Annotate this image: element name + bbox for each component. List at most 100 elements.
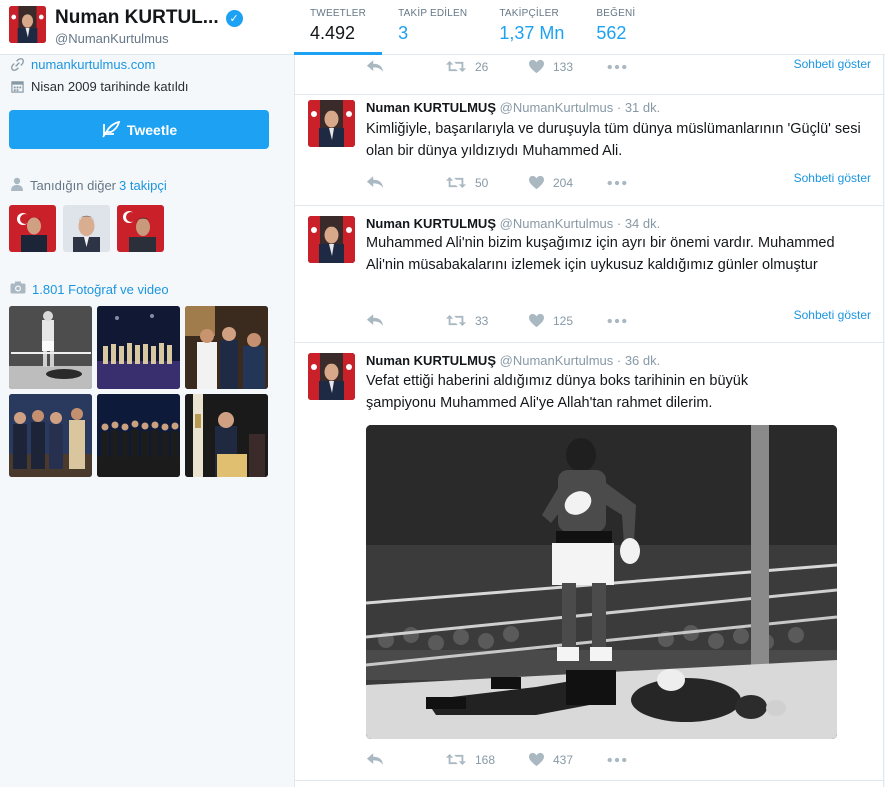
stat-following[interactable]: TAKİP EDİLEN 3 [382,0,483,55]
media-thumbnail[interactable] [9,394,92,477]
retweet-button[interactable]: 33 [445,313,488,328]
stat-value: 1,37 Mn [499,23,565,43]
person-icon [10,177,24,194]
stat-label: BEĞENİ [596,8,636,19]
followers-you-know-list [9,205,164,252]
stat-label: TAKİPÇİLER [499,8,559,19]
more-icon [607,318,627,324]
profile-stats: TWEETLER 4.492 TAKİP EDİLEN 3 TAKİPÇİLER… [294,0,651,55]
tweet-author-name[interactable]: Numan KURTULMUŞ [366,353,496,368]
tweet-text: Vefat ettiği haberini aldığımız dünya bo… [366,373,749,411]
more-button[interactable] [607,318,627,324]
show-conversation-link[interactable]: Sohbeti göster [794,57,871,71]
reply-button[interactable] [366,313,384,328]
stat-tweets[interactable]: TWEETLER 4.492 [294,0,383,55]
retweet-count: 26 [475,59,489,74]
heart-icon [528,313,545,328]
show-conversation-link[interactable]: Sohbeti göster [794,171,871,185]
tweet-author-handle[interactable]: @NumanKurtulmus [500,353,614,368]
retweet-button[interactable]: 26 [445,59,488,74]
followers-you-know-link[interactable]: 3 takipçi [119,178,167,193]
tweet-header: Numan KURTULMUŞ @NumanKurtulmus · 31 dk. [366,100,660,115]
camera-icon [10,281,26,297]
tweet-timestamp[interactable]: · 31 dk. [617,100,660,115]
more-button[interactable] [607,64,627,70]
tweet-text: Muhammed Ali'nin bizim kuşağımız için ay… [366,235,835,273]
stat-label: TWEETLER [310,8,367,19]
profile-name[interactable]: Numan KURTUL... [55,7,219,29]
retweet-count: 168 [475,752,496,767]
stat-value: 562 [596,23,627,43]
stat-value: 3 [398,23,409,43]
tweet-author-name[interactable]: Numan KURTULMUŞ [366,216,496,231]
followers-you-know-prefix: Tanıdığın diğer [30,178,117,193]
stat-likes[interactable]: BEĞENİ 562 [580,0,651,55]
media-grid [9,306,268,477]
more-button[interactable] [607,757,627,763]
profile-avatar[interactable] [9,6,46,43]
tweet-header: Numan KURTULMUŞ @NumanKurtulmus · 36 dk. [366,353,660,368]
media-title: 1.801 Fotoğraf ve video [10,281,169,297]
joined-date: Nisan 2009 tarihinde katıldı [31,79,189,94]
tweet-separator [295,342,883,343]
tweet-author-handle[interactable]: @NumanKurtulmus [500,100,614,115]
reply-button[interactable] [366,752,384,767]
like-button[interactable]: 204 [528,175,573,190]
reply-icon [366,175,384,190]
follower-avatar[interactable] [63,205,110,252]
stat-followers[interactable]: TAKİPÇİLER 1,37 Mn [483,0,580,55]
reply-icon [366,59,384,74]
followers-you-know-title: Tanıdığın diğer 3 takipçi [10,177,167,194]
retweet-count: 50 [475,175,489,190]
reply-icon [366,313,384,328]
tweet-author-name[interactable]: Numan KURTULMUŞ [366,100,496,115]
media-thumbnail[interactable] [97,394,180,477]
follower-avatar[interactable] [117,205,164,252]
quill-icon [102,120,121,137]
stat-label: TAKİP EDİLEN [398,8,468,19]
tweet-button[interactable]: Tweetle [9,110,269,149]
show-conversation-link[interactable]: Sohbeti göster [794,308,871,322]
heart-icon [528,59,545,74]
verified-badge-icon: ✓ [225,9,243,27]
website-link[interactable]: numankurtulmus.com [31,57,155,72]
retweet-icon [445,175,467,190]
media-thumbnail[interactable] [185,394,268,477]
reply-button[interactable] [366,59,384,74]
tweet-header: Numan KURTULMUŞ @NumanKurtulmus · 34 dk. [366,216,660,231]
tweet-text: Kimliğiyle, başarılarıyla ve duruşuyla t… [366,121,861,159]
heart-icon [528,752,545,767]
retweet-icon [445,59,467,74]
tweet-button-label: Tweetle [126,121,178,138]
like-count: 437 [553,752,574,767]
tweet-avatar[interactable] [308,100,355,147]
media-thumbnail[interactable] [9,306,92,389]
profile-sidebar: numankurtulmus.com Nisan 2009 tarihinde … [0,55,294,787]
profile-handle[interactable]: @NumanKurtulmus [55,31,243,46]
tweet-avatar[interactable] [308,216,355,263]
reply-button[interactable] [366,175,384,190]
like-count: 204 [553,175,574,190]
like-button[interactable]: 437 [528,752,573,767]
profile-header-bar: Numan KURTUL... ✓ @NumanKurtulmus TWEETL… [0,0,885,55]
like-button[interactable]: 125 [528,313,573,328]
retweet-count: 33 [475,313,489,328]
media-thumbnail[interactable] [97,306,180,389]
tweet-author-handle[interactable]: @NumanKurtulmus [500,216,614,231]
retweet-button[interactable]: 50 [445,175,488,190]
retweet-icon [445,313,467,328]
tweet-separator [295,780,883,781]
retweet-button[interactable]: 168 [445,752,495,767]
like-button[interactable]: 133 [528,59,573,74]
tweet-separator [295,205,883,206]
tweet-avatar[interactable] [308,353,355,400]
stat-value: 4.492 [310,23,356,43]
profile-mini-card: Numan KURTUL... ✓ @NumanKurtulmus [9,6,243,46]
tweet-photo[interactable] [366,425,837,739]
more-button[interactable] [607,180,627,186]
follower-avatar[interactable] [9,205,56,252]
tweet-timestamp[interactable]: · 34 dk. [617,216,660,231]
tweet-timestamp[interactable]: · 36 dk. [617,353,660,368]
media-thumbnail[interactable] [185,306,268,389]
media-link[interactable]: 1.801 Fotoğraf ve video [32,282,169,297]
